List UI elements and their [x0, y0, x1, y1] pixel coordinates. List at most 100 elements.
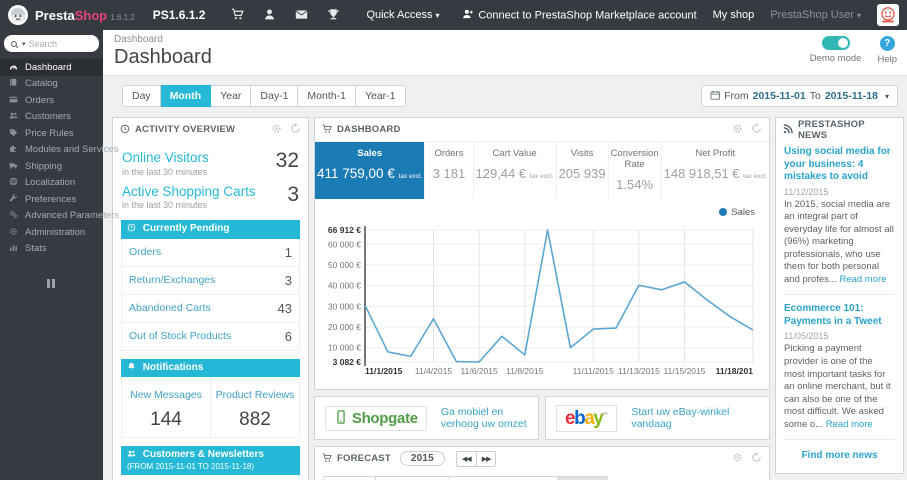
phone-icon [334, 410, 348, 427]
forecast-next-button[interactable]: ▶▶ [475, 450, 497, 467]
gear-icon[interactable] [732, 123, 743, 136]
refresh-icon[interactable] [290, 123, 301, 136]
range-button-group: Day Month Year Day-1 Month-1 Year-1 [122, 85, 406, 108]
forecast-legend-average-cart-value[interactable]: Average Cart Value [449, 476, 558, 480]
svg-text:66 912 €: 66 912 € [328, 225, 361, 235]
shop-version-label: PS1.6.1.2 [152, 8, 206, 22]
kpi-tile-conversion-rate[interactable]: Conversion Rate 1.54% [609, 142, 662, 200]
refresh-icon[interactable] [751, 123, 762, 136]
sidebar-item-orders[interactable]: Orders [0, 92, 103, 109]
read-more-link[interactable]: Read more [826, 419, 873, 430]
range-button-day-1[interactable]: Day-1 [251, 85, 299, 108]
news-panel: PRESTASHOP NEWS Using social media for y… [775, 117, 904, 475]
refresh-icon[interactable] [751, 452, 762, 465]
news-article: Ecommerce 101: Payments in a Tweet 11/05/… [784, 303, 895, 431]
activity-panel-title: ACTIVITY OVERVIEW [135, 124, 236, 136]
svg-text:11/6/2015: 11/6/2015 [461, 366, 498, 376]
users-icon [9, 111, 18, 122]
sidebar-item-catalog[interactable]: Catalog [0, 76, 103, 93]
module-ad-shopgate[interactable]: Shopgate Ga mobiel en verhoog uw omzet [314, 396, 539, 441]
big-stat-value: 32 [275, 149, 299, 173]
forecast-legend-traffic[interactable]: Traffic [323, 476, 376, 480]
range-button-day[interactable]: Day [122, 85, 161, 108]
forecast-legend: TrafficConversionAverage Cart ValueSales [323, 476, 608, 480]
cogs-icon [9, 210, 18, 221]
my-shop-link[interactable]: My shop [713, 9, 755, 21]
gear-icon[interactable] [271, 123, 282, 136]
news-article-title[interactable]: Using social media for your business: 4 … [784, 146, 895, 184]
sidebar-item-shipping[interactable]: Shipping [0, 158, 103, 175]
range-button-year-1[interactable]: Year-1 [355, 85, 406, 108]
forecast-legend-conversion[interactable]: Conversion [375, 476, 450, 480]
news-panel-title: PRESTASHOP NEWS [798, 118, 865, 141]
envelope-icon[interactable] [295, 8, 308, 23]
news-article: Using social media for your business: 4 … [784, 146, 895, 286]
sidebar-search[interactable]: ▾ [4, 35, 99, 52]
svg-text:60 000 €: 60 000 € [328, 240, 361, 250]
module-ads-row: Shopgate Ga mobiel en verhoog uw omzet eba… [314, 396, 770, 441]
module-ad-ebay[interactable]: ebay™ Start uw eBay-winkel vandaag [545, 396, 770, 441]
truck-icon [9, 161, 18, 172]
news-article-date: 11/05/2015 [784, 331, 829, 342]
help-icon[interactable]: ? [879, 36, 895, 51]
news-article-excerpt: In 2015, social media are an integral pa… [784, 198, 894, 285]
demo-mode-toggle[interactable] [821, 36, 850, 50]
range-button-month[interactable]: Month [160, 85, 212, 108]
card-icon [9, 95, 18, 106]
dashboard-panel-title: DASHBOARD [337, 124, 401, 136]
find-more-news-link[interactable]: Find more news [784, 448, 895, 465]
forecast-panel-title: FORECAST [337, 453, 391, 465]
sidebar-item-advanced-parameters[interactable]: Advanced Parameters [0, 208, 119, 225]
dashboard-cart-icon [322, 124, 332, 136]
sidebar-item-dashboard[interactable]: Dashboard [0, 59, 103, 76]
sidebar-item-customers[interactable]: Customers [0, 109, 103, 126]
topbar: PrestaShop 1.6.1.2 PS1.6.1.2 Quick Access… [0, 0, 907, 30]
sidebar-item-price-rules[interactable]: Price Rules [0, 125, 103, 142]
read-more-link[interactable]: Read more [839, 274, 886, 285]
date-toolbar: Day Month Year Day-1 Month-1 Year-1 From 2015-… [103, 76, 907, 108]
quick-access-menu[interactable]: Quick Access ▾ [366, 9, 439, 21]
kpi-tile-sales[interactable]: Sales 411 759,00 € tax excl. [315, 142, 426, 200]
kpi-tile-orders[interactable]: Orders 3 181 [425, 142, 474, 200]
puzzle-icon [9, 144, 18, 155]
demo-mode-control: Demo mode [810, 36, 861, 65]
user-icon[interactable] [263, 8, 276, 23]
sidebar-item-administration[interactable]: Administration [0, 224, 103, 241]
svg-text:11/8/2015: 11/8/2015 [506, 366, 543, 376]
forecast-legend-sales[interactable]: Sales [557, 476, 608, 480]
marketplace-link[interactable]: Connect to PrestaShop Marketplace accoun… [462, 8, 697, 22]
wrench-icon [9, 194, 18, 205]
sidebar-collapse-handle[interactable] [46, 279, 57, 288]
trophy-icon[interactable] [327, 8, 340, 23]
page-header: Dashboard Dashboard Demo mode ? Help [103, 30, 907, 76]
date-from: 2015-11-01 [752, 90, 806, 103]
bell-icon [127, 362, 140, 373]
range-button-month-1[interactable]: Month-1 [298, 85, 356, 108]
sidebar-item-stats[interactable]: Stats [0, 241, 103, 258]
gear-icon[interactable] [732, 452, 743, 465]
chevron-down-icon: ▾ [22, 40, 26, 48]
search-input[interactable] [28, 38, 85, 49]
sidebar-item-localization[interactable]: Localization [0, 175, 103, 192]
svg-text:50 000 €: 50 000 € [328, 260, 361, 270]
range-button-year[interactable]: Year [211, 85, 252, 108]
ad-link[interactable]: Start uw eBay-winkel vandaag [631, 406, 759, 430]
kpi-tile-cart-value[interactable]: Cart Value 129,44 € tax excl. [474, 142, 557, 200]
forecast-prev-button[interactable]: ◀◀ [455, 450, 476, 467]
news-article-title[interactable]: Ecommerce 101: Payments in a Tweet [784, 303, 895, 328]
ad-link[interactable]: Ga mobiel en verhoog uw omzet [441, 406, 528, 430]
prestashop-logo-icon[interactable] [8, 5, 28, 25]
user-avatar[interactable] [877, 4, 899, 26]
forecast-year[interactable]: 2015 [399, 451, 445, 467]
cart-icon[interactable] [231, 8, 245, 23]
kpi-tile-net-profit[interactable]: Net Profit 148 918,51 € tax excl. [662, 142, 769, 199]
section-header-notifications: Notifications [121, 358, 300, 378]
sidebar-item-modules-and-services[interactable]: Modules and Services [0, 142, 118, 159]
user-menu[interactable]: PrestaShop User ▾ [770, 9, 861, 21]
svg-text:11/15/2015: 11/15/2015 [664, 366, 706, 376]
svg-text:10 000 €: 10 000 € [328, 343, 361, 353]
date-range-picker[interactable]: From 2015-11-01 To 2015-11-18 ▾ [700, 85, 898, 108]
sidebar-item-preferences[interactable]: Preferences [0, 191, 103, 208]
breadcrumb[interactable]: Dashboard [114, 34, 907, 45]
kpi-tile-visits[interactable]: Visits 205 939 [557, 142, 609, 200]
